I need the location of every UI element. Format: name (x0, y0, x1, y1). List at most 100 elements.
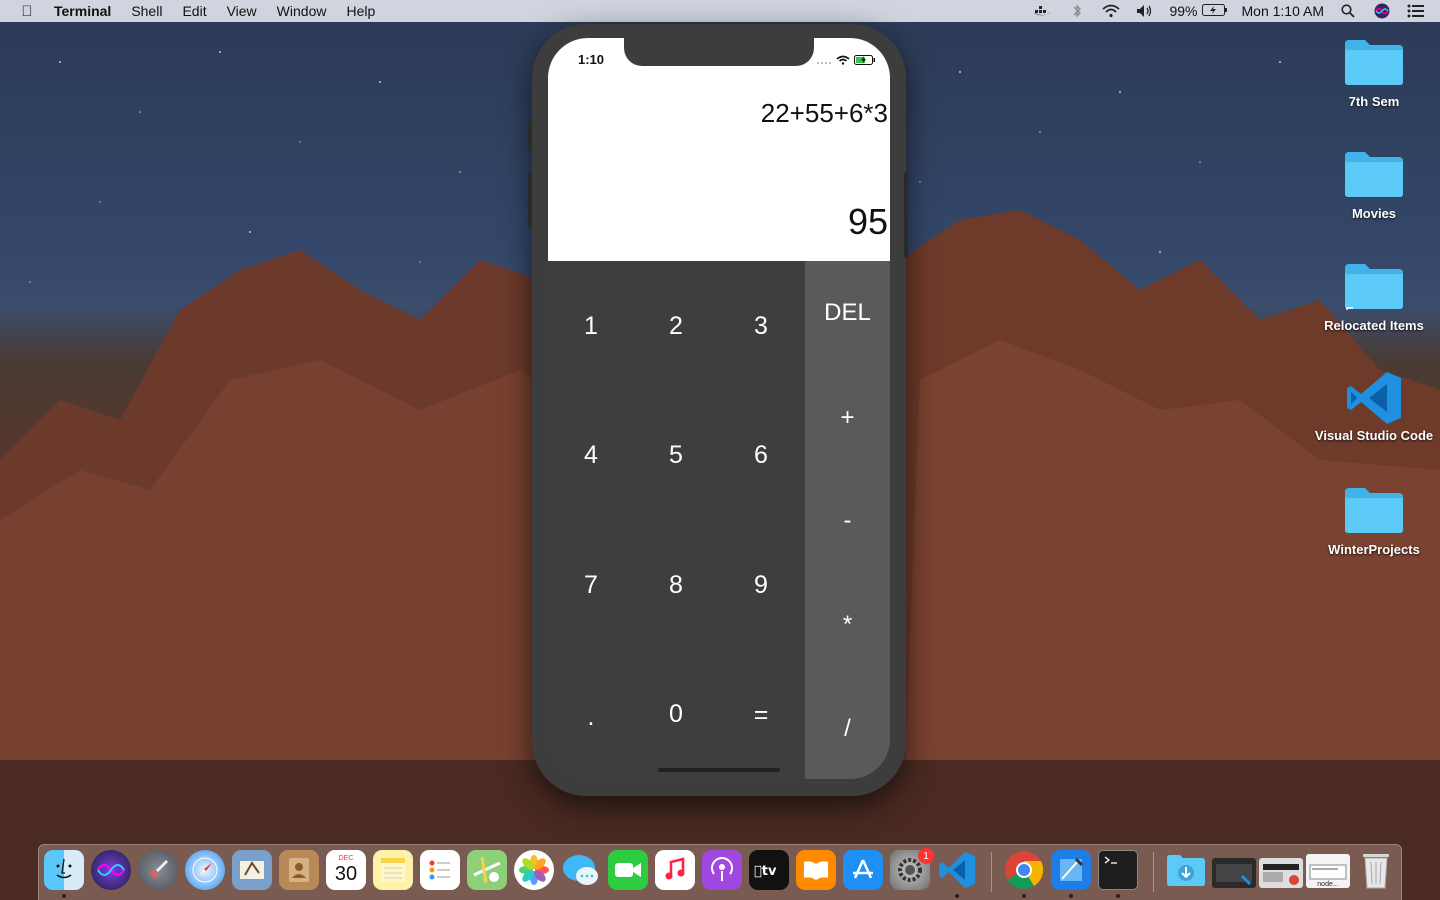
battery-status[interactable]: 99% (1169, 3, 1227, 19)
running-indicator (955, 894, 959, 898)
folder-icon (1343, 36, 1405, 86)
finder-icon[interactable] (44, 850, 84, 890)
key-divide[interactable]: / (805, 707, 890, 751)
key-decimal[interactable]: . (548, 697, 634, 737)
window-thumbnail-icon[interactable] (1212, 858, 1256, 888)
terminal-icon[interactable] (1098, 850, 1138, 890)
trash-icon[interactable] (1356, 850, 1396, 890)
calendar-icon[interactable]: DEC 30 (326, 850, 366, 890)
wifi-icon (836, 52, 850, 70)
key-minus[interactable]: - (805, 499, 890, 543)
menu-edit[interactable]: Edit (172, 3, 216, 19)
key-7[interactable]: 7 (548, 565, 634, 605)
app-store-icon[interactable] (843, 850, 883, 890)
key-delete[interactable]: DEL (805, 291, 890, 335)
desktop-icon-winterprojects[interactable]: WinterProjects (1309, 484, 1439, 557)
vscode-icon[interactable] (937, 850, 977, 890)
desktop-icon-label: Relocated Items (1324, 318, 1424, 333)
terminal-window-thumbnail[interactable]: node... (1306, 854, 1350, 888)
notification-center-icon[interactable] (1406, 2, 1426, 20)
facetime-icon[interactable] (608, 850, 648, 890)
key-plus[interactable]: + (805, 396, 890, 440)
key-equals[interactable]: = (718, 695, 804, 735)
key-5[interactable]: 5 (633, 435, 719, 475)
desktop-icon-relocated-items[interactable]: Relocated Items (1309, 260, 1439, 333)
desktop-icon-label: Movies (1351, 206, 1397, 221)
power-button (904, 172, 908, 258)
siri-icon[interactable] (91, 850, 131, 890)
key-0[interactable]: 0 (633, 694, 719, 734)
calendar-month: DEC (338, 855, 354, 862)
desktop-icon-7th-sem[interactable]: 7th Sem (1309, 36, 1439, 109)
menu-bar:  Terminal Shell Edit View Window Help 9… (0, 0, 1440, 22)
dock-separator (1153, 852, 1154, 892)
result-text: 95 (847, 201, 888, 242)
dock-separator (991, 852, 992, 892)
books-icon[interactable] (796, 850, 836, 890)
battery-charging-icon (854, 52, 876, 70)
menu-shell[interactable]: Shell (121, 3, 172, 19)
mail-icon[interactable] (232, 850, 272, 890)
menubar-clock[interactable]: Mon 1:10 AM (1242, 3, 1325, 19)
folder-alias-icon (1343, 260, 1405, 316)
wifi-icon[interactable] (1101, 2, 1121, 20)
running-indicator (1022, 894, 1026, 898)
desktop-icon-visual-studio-code[interactable]: Visual Studio Code (1309, 370, 1439, 443)
siri-icon[interactable] (1372, 2, 1392, 20)
launchpad-icon[interactable] (138, 850, 178, 890)
desktop-icon-label: WinterProjects (1328, 542, 1420, 557)
menu-help[interactable]: Help (336, 3, 385, 19)
operator-column: DEL + - * / (805, 261, 890, 779)
itunes-icon[interactable] (655, 850, 695, 890)
key-8[interactable]: 8 (633, 565, 719, 605)
expression-text: 22+55+6*3 (760, 98, 888, 128)
xcode-icon[interactable] (1051, 850, 1091, 890)
status-bar-time: 1:10 (578, 52, 605, 67)
messages-icon[interactable] (561, 850, 601, 890)
safari-icon[interactable] (185, 850, 225, 890)
desktop-icon-movies[interactable]: Movies (1309, 148, 1439, 221)
key-2[interactable]: 2 (633, 306, 719, 346)
key-4[interactable]: 4 (548, 435, 634, 475)
key-6[interactable]: 6 (718, 435, 804, 475)
menu-view[interactable]: View (217, 3, 267, 19)
svg-text:tv: tv (754, 864, 777, 878)
desktop-icon-label: 7th Sem (1348, 94, 1400, 109)
folder-icon (1343, 148, 1405, 198)
notes-icon[interactable] (373, 850, 413, 890)
number-keypad: 1 2 3 4 5 6 7 8 9 . 0 = (548, 261, 805, 779)
chrome-icon[interactable] (1004, 850, 1044, 890)
key-1[interactable]: 1 (548, 306, 634, 346)
thumbnail-label: node... (1317, 881, 1339, 888)
key-3[interactable]: 3 (718, 306, 804, 346)
bluetooth-icon[interactable] (1067, 2, 1087, 20)
menu-window[interactable]: Window (267, 3, 337, 19)
battery-icon (1201, 3, 1228, 19)
maps-icon[interactable] (467, 850, 507, 890)
home-indicator[interactable] (658, 768, 780, 772)
vscode-icon (1343, 370, 1405, 424)
key-9[interactable]: 9 (718, 565, 804, 605)
volume-button (528, 172, 532, 228)
photos-icon[interactable] (514, 850, 554, 890)
reminders-icon[interactable] (420, 850, 460, 890)
podcasts-icon[interactable] (702, 850, 742, 890)
calendar-day: 30 (334, 863, 358, 885)
apple-menu-icon[interactable]:  (0, 3, 54, 20)
key-multiply[interactable]: * (805, 603, 890, 647)
calculator-display: 1:10 22+55+6*3 95 (548, 38, 890, 261)
device-notch (624, 38, 814, 66)
menu-app-name[interactable]: Terminal (54, 3, 121, 19)
docker-icon[interactable] (1033, 2, 1053, 20)
contacts-icon[interactable] (279, 850, 319, 890)
window-thumbnail-icon[interactable] (1259, 858, 1303, 888)
running-indicator (1116, 894, 1120, 898)
desktop-icon-label: Visual Studio Code (1314, 428, 1434, 443)
apple-tv-icon[interactable]: tv (749, 850, 789, 890)
spotlight-search-icon[interactable] (1338, 2, 1358, 20)
battery-percent: 99% (1169, 3, 1198, 19)
running-indicator (1069, 894, 1073, 898)
volume-icon[interactable] (1135, 2, 1155, 20)
mute-switch (528, 122, 532, 150)
downloads-folder-icon[interactable] (1166, 850, 1206, 890)
